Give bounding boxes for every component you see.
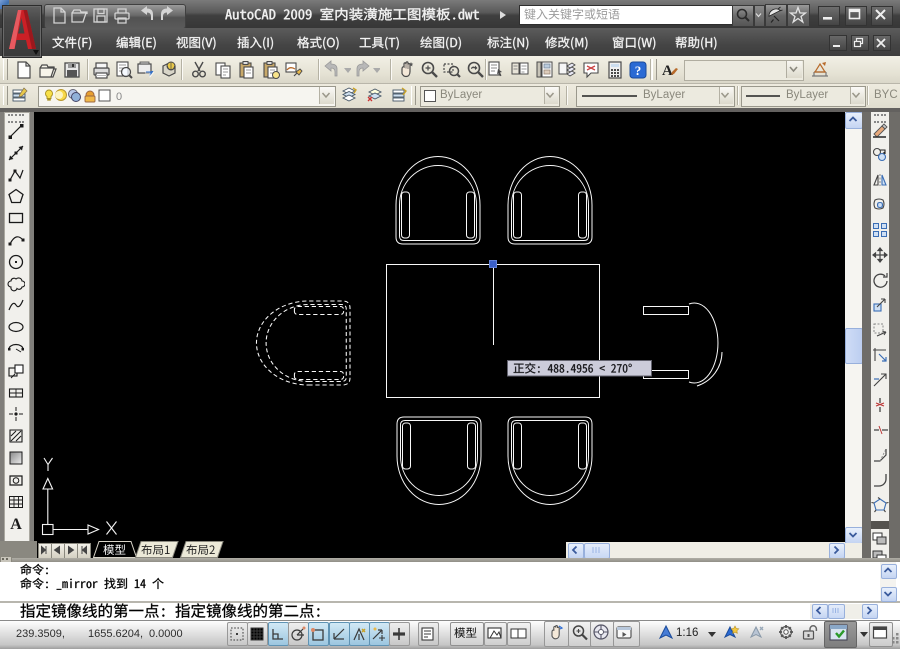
svg-text:A: A bbox=[662, 63, 673, 79]
svg-text:?: ? bbox=[635, 63, 642, 78]
svg-text:0: 0 bbox=[116, 91, 122, 103]
svg-text:A: A bbox=[10, 516, 22, 532]
